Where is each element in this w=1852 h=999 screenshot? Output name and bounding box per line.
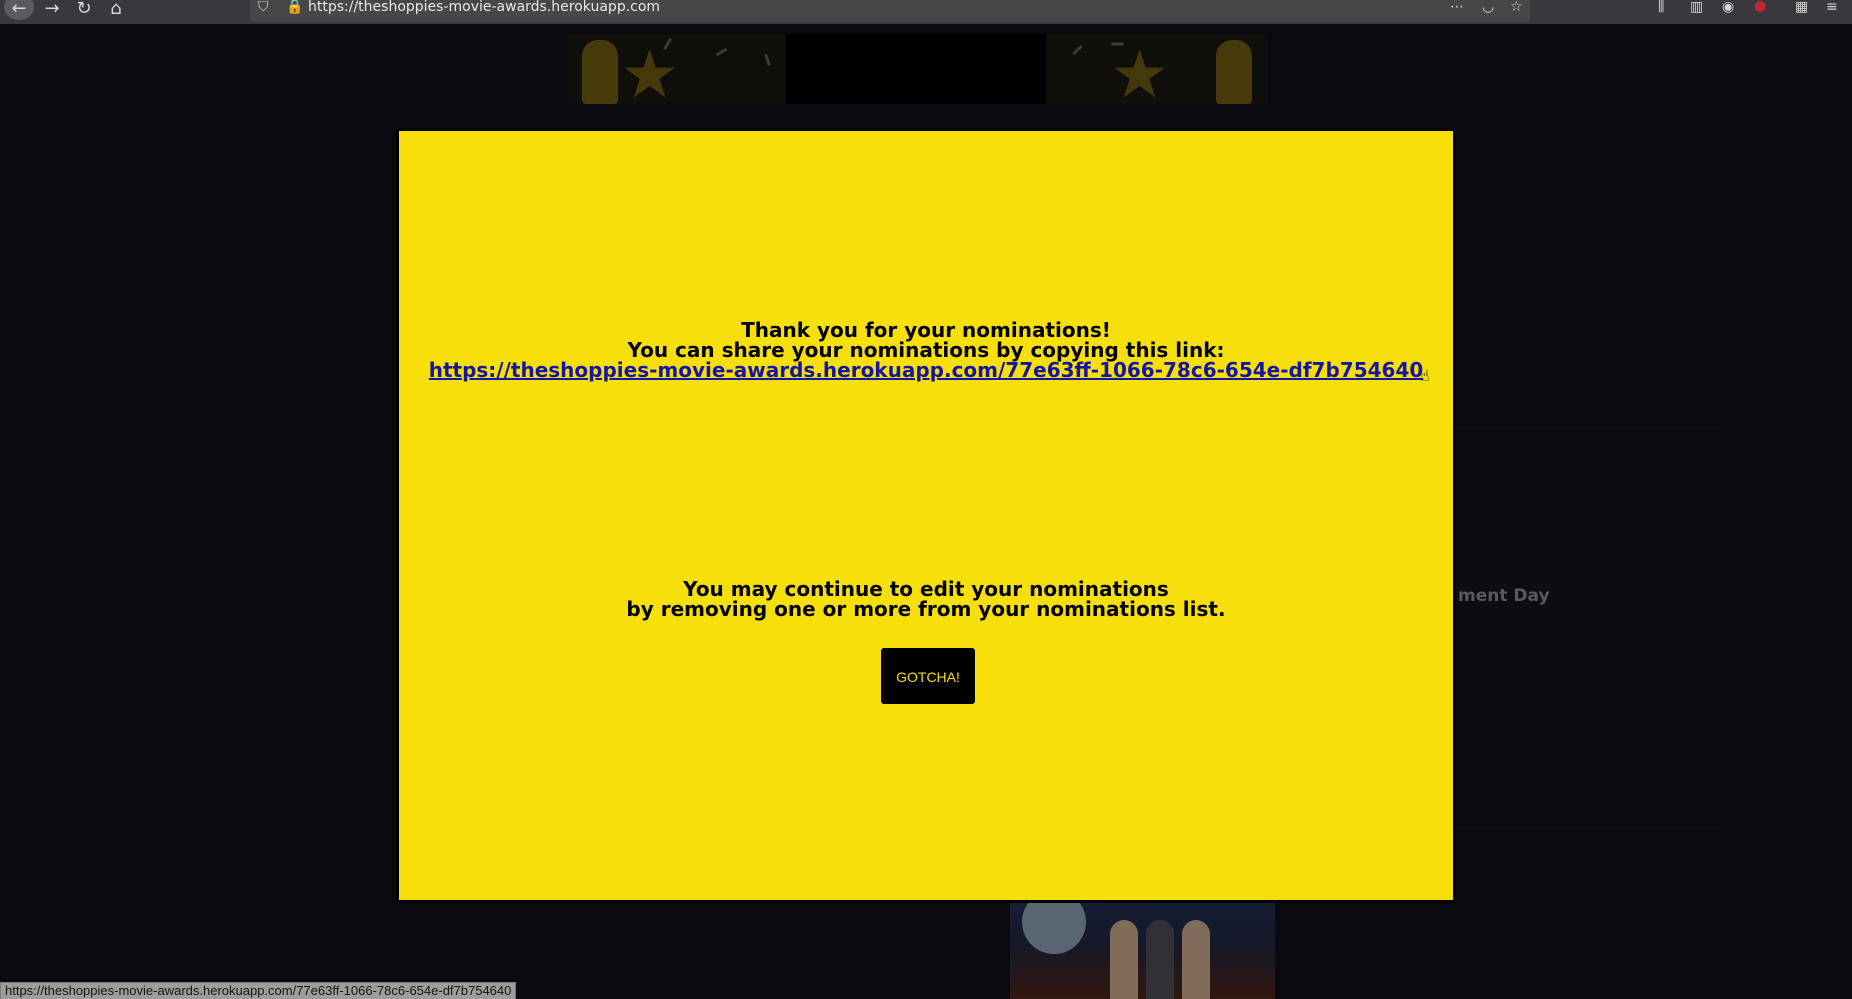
library-icon[interactable]: ⫼ — [1658, 0, 1664, 14]
edit-message: You may continue to edit your nomination… — [399, 579, 1453, 619]
home-button[interactable]: ⌂ — [104, 0, 128, 20]
bookmark-star-icon[interactable]: ☆ — [1510, 0, 1523, 14]
back-button[interactable]: ← — [4, 0, 34, 20]
extensions-icon[interactable]: ▦ — [1795, 0, 1808, 14]
address-bar[interactable]: ⛉ 🔒 https://theshoppies-movie-awards.her… — [250, 0, 1530, 22]
gotcha-button[interactable]: GOTCHA! — [881, 648, 975, 704]
thank-you-text: Thank you for your nominations! — [741, 318, 1111, 342]
pocket-icon[interactable]: ◡ — [1482, 0, 1494, 14]
account-icon[interactable]: ◉ — [1722, 0, 1734, 14]
ublock-icon[interactable]: ⬢ — [1754, 0, 1766, 14]
hand-pointer-icon: ☝ — [1420, 366, 1430, 385]
share-message: Thank you for your nominations! You can … — [399, 320, 1453, 380]
nominations-complete-modal: Thank you for your nominations! You can … — [396, 128, 1456, 903]
page-actions-icon[interactable]: ⋯ — [1450, 0, 1464, 14]
arrow-right-icon: → — [44, 0, 60, 19]
share-link[interactable]: https://theshoppies-movie-awards.herokua… — [429, 360, 1424, 380]
lock-icon[interactable]: 🔒 — [286, 0, 303, 14]
remove-nominations-text: by removing one or more from your nomina… — [626, 597, 1226, 621]
home-icon: ⌂ — [110, 0, 122, 19]
reload-button[interactable]: ↻ — [72, 0, 96, 20]
sidebar-icon[interactable]: ▥ — [1690, 0, 1703, 14]
arrow-left-icon: ← — [11, 0, 27, 19]
share-instructions-text: You can share your nominations by copyin… — [627, 338, 1225, 362]
forward-button[interactable]: → — [40, 0, 64, 20]
url-text[interactable]: https://theshoppies-movie-awards.herokua… — [308, 0, 660, 14]
menu-icon[interactable]: ≡ — [1826, 0, 1838, 14]
shield-icon[interactable]: ⛉ — [258, 0, 269, 14]
browser-toolbar: ← → ↻ ⌂ ⛉ 🔒 https://theshoppies-movie-aw… — [0, 0, 1852, 24]
reload-icon: ↻ — [76, 0, 92, 19]
continue-edit-text: You may continue to edit your nomination… — [683, 577, 1169, 601]
